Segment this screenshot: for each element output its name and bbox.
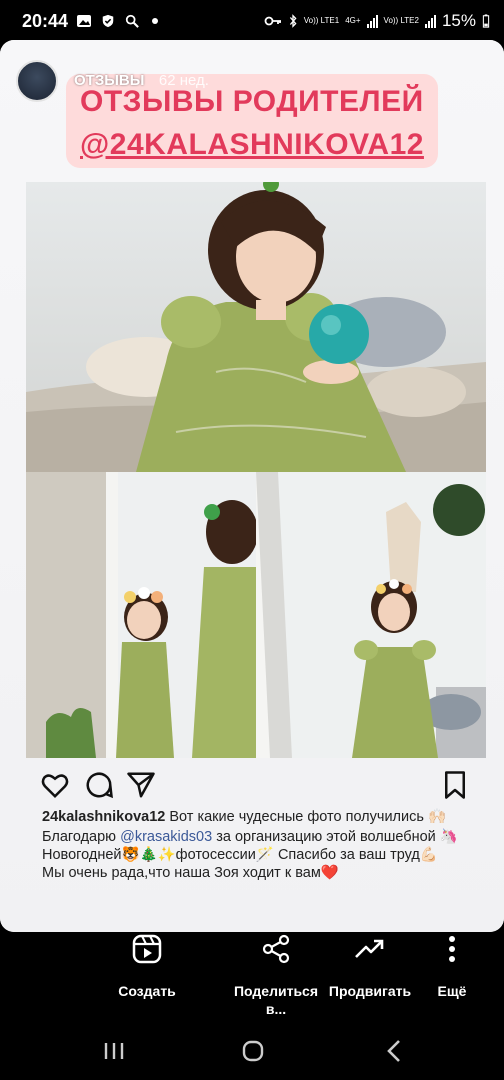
- caption-line1: 24kalashnikova12 Вот какие чудесные фото…: [42, 808, 482, 826]
- photo-girl-standing: [256, 472, 486, 758]
- caption-line2-pre: Благодарю: [42, 829, 121, 845]
- home-icon[interactable]: [233, 1036, 273, 1066]
- create-label: Создать: [118, 983, 176, 999]
- battery-charging-icon: [482, 14, 490, 28]
- battery-text: 15%: [441, 11, 476, 30]
- story-username[interactable]: ОТЗЫВЫ: [74, 72, 144, 89]
- signal-2-icon: [424, 14, 436, 28]
- status-left: 20:44: [22, 10, 159, 32]
- story-title-line2: @24KALASHNIKOVA12: [80, 128, 424, 161]
- net-label-1: Vo)) LTE1: [303, 16, 340, 25]
- more-label: Ещё: [437, 983, 467, 999]
- story-header: ОТЗЫВЫ 62 нед.: [16, 60, 209, 102]
- screen: 20:44 Vo)) LTE1 4G+ Vo)) LTE2 15% ОТЗЫВЫ…: [0, 0, 504, 1080]
- more-button[interactable]: Ещё: [402, 932, 502, 1000]
- caption-text: Вот какие чудесные фото получились 🙌🏻: [165, 809, 446, 825]
- send-icon[interactable]: [126, 770, 156, 800]
- share-button[interactable]: Поделиться в...: [226, 932, 326, 1018]
- notification-dot-icon: [152, 18, 159, 24]
- caption-line3: Мы очень рада,что наша Зоя ходит к вам❤️: [42, 865, 339, 881]
- post-caption: 24kalashnikova12 Вот какие чудесные фото…: [42, 808, 482, 882]
- gallery-icon: [77, 15, 92, 27]
- story-time-ago: 62 нед.: [158, 72, 209, 89]
- search-icon: [125, 14, 139, 28]
- status-right: Vo)) LTE1 4G+ Vo)) LTE2 15%: [264, 11, 490, 31]
- key-icon: [264, 16, 281, 26]
- story-card[interactable]: ОТЗЫВЫ РОДИТЕЛЕЙ @24KALASHNIKOVA12 ОТЗЫВ…: [0, 40, 504, 932]
- caption-mention[interactable]: @krasakids03: [120, 829, 212, 845]
- create-reel-icon: [132, 934, 162, 964]
- caption-line2: Благодарю @krasakids03 за организацию эт…: [42, 828, 482, 864]
- share-label: Поделиться в...: [233, 983, 319, 1017]
- recent-apps-icon[interactable]: [94, 1036, 134, 1066]
- post-actions: [40, 770, 470, 804]
- heart-icon[interactable]: [40, 770, 70, 800]
- avatar[interactable]: [16, 60, 58, 102]
- photo-girl-mirror: [26, 472, 256, 758]
- status-bar: 20:44 Vo)) LTE1 4G+ Vo)) LTE2 15%: [0, 0, 504, 42]
- caption-author[interactable]: 24kalashnikova12: [42, 809, 165, 825]
- photo-girl-with-ball: [26, 182, 486, 472]
- bottom-actions: Создать Поделиться в... Продвигать Ещё: [0, 932, 504, 1022]
- create-button[interactable]: Создать: [97, 932, 197, 1000]
- bookmark-icon[interactable]: [440, 770, 470, 800]
- signal-1-icon: [366, 14, 378, 28]
- more-icon: [449, 936, 455, 962]
- system-nav-bar: [0, 1022, 504, 1080]
- net-label-2: Vo)) LTE2: [383, 16, 419, 25]
- status-time: 20:44: [22, 10, 69, 31]
- promote-icon: [355, 939, 384, 958]
- share-icon: [262, 934, 290, 964]
- comment-icon[interactable]: [84, 770, 114, 800]
- shield-check-icon: [102, 14, 114, 28]
- net-label-mid: 4G+: [345, 16, 361, 25]
- back-icon[interactable]: [375, 1036, 415, 1066]
- bluetooth-icon: [289, 14, 297, 28]
